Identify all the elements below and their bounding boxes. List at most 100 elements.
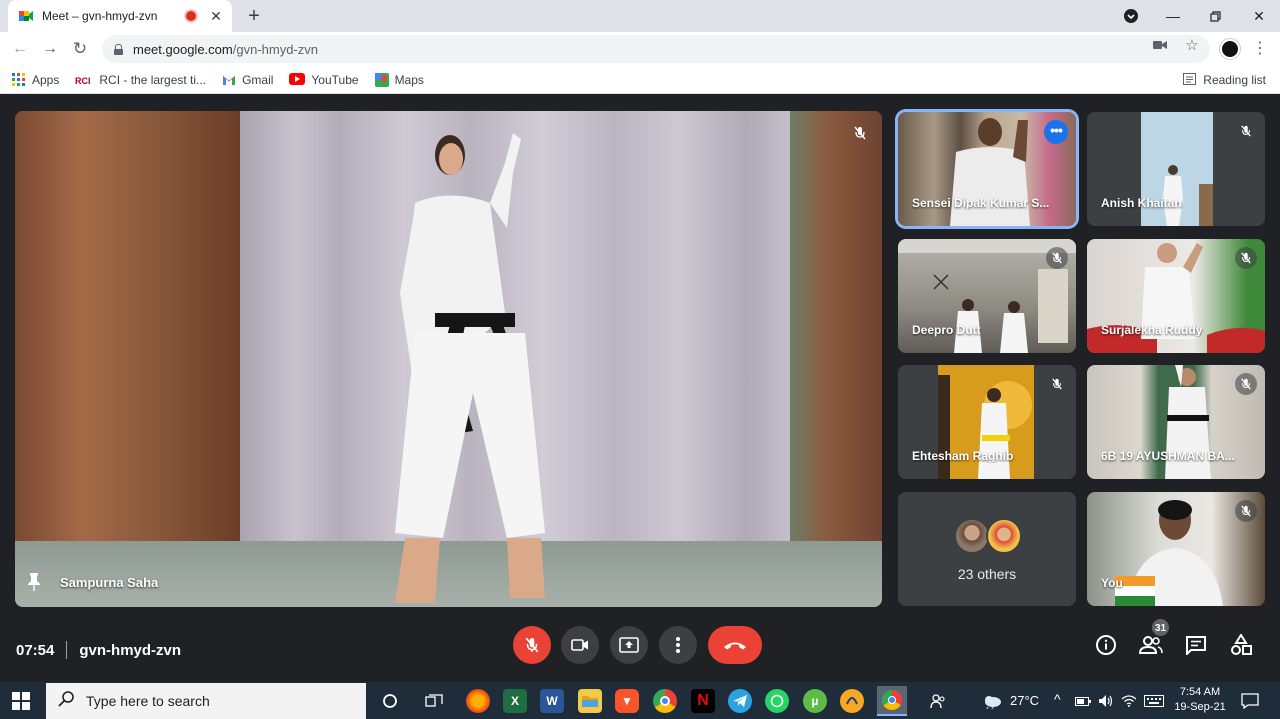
browser-toolbar: ← → ↻ meet.google.com/gvn-hmyd-zvn ☆ ⋮: [0, 32, 1280, 66]
main-video-tile[interactable]: Sampurna Saha: [15, 111, 882, 607]
bookmark-rci[interactable]: RCI RCI - the largest ti...: [75, 73, 206, 87]
restore-button[interactable]: [1202, 0, 1228, 32]
excel-icon[interactable]: X: [503, 689, 527, 713]
close-tab-icon[interactable]: ✕: [208, 8, 224, 25]
main-speaker-name: Sampurna Saha: [60, 575, 159, 590]
cortana-icon[interactable]: [378, 689, 402, 713]
wifi-icon[interactable]: [1120, 689, 1138, 713]
participant-tile-you[interactable]: You: [1087, 492, 1265, 606]
microphone-toggle-button[interactable]: [513, 626, 551, 664]
profile-avatar[interactable]: [1220, 39, 1240, 59]
keyboard-icon[interactable]: [1143, 689, 1165, 713]
activities-button[interactable]: [1228, 632, 1254, 658]
browser-tab-strip: Meet – gvn-hmyd-zvn ✕ + — ✕: [0, 0, 1280, 32]
chat-icon: [1186, 636, 1206, 655]
rci-logo-icon: RCI: [75, 73, 93, 87]
mic-off-icon: [848, 121, 872, 145]
participant-tile-ehtesham[interactable]: Ehtesham Raghib: [898, 365, 1076, 479]
bookmark-star-icon[interactable]: ☆: [1184, 38, 1200, 54]
vpn-icon[interactable]: [840, 689, 864, 713]
chrome-menu-icon[interactable]: ⋮: [1252, 37, 1268, 61]
google-meet-icon: [18, 8, 34, 24]
present-screen-icon: [619, 637, 639, 653]
meeting-details-button[interactable]: [1093, 632, 1119, 658]
participant-name: You: [1101, 576, 1123, 590]
participant-tile-anish[interactable]: Anish Khaitan: [1087, 112, 1265, 226]
participant-tile-deepro[interactable]: Deepro Dutt: [898, 239, 1076, 353]
chrome-icon[interactable]: [653, 689, 677, 713]
speaker-volume-icon[interactable]: [1097, 689, 1115, 713]
people-tray-icon[interactable]: [926, 689, 950, 713]
participant-tile-sensei[interactable]: ••• Sensei Dipak Kumar S...: [898, 112, 1076, 226]
participant-tile-ayushman[interactable]: 6B 19 AYUSHMAN BA...: [1087, 365, 1265, 479]
weather-icon[interactable]: [980, 689, 1004, 713]
clock-time: 7:54 AM: [1179, 686, 1221, 698]
browser-tab-meet[interactable]: Meet – gvn-hmyd-zvn ✕: [8, 0, 232, 32]
netflix-icon[interactable]: N: [691, 689, 715, 713]
leave-call-button[interactable]: [708, 626, 762, 664]
more-options-button[interactable]: •••: [1044, 120, 1068, 144]
pin-icon[interactable]: [27, 573, 43, 591]
participant-video-figure: [395, 133, 545, 603]
participant-name: Surjalekha Ruddy: [1101, 323, 1203, 337]
file-explorer-icon[interactable]: [578, 689, 602, 713]
google-maps-icon: [374, 72, 389, 87]
notifications-icon[interactable]: [1238, 689, 1262, 713]
mic-off-icon: [1046, 373, 1068, 395]
close-window-button[interactable]: ✕: [1246, 0, 1272, 32]
forward-button[interactable]: →: [38, 37, 62, 61]
chrome-active-icon[interactable]: [877, 686, 907, 716]
brave-icon[interactable]: ▼: [615, 689, 639, 713]
url-text: meet.google.com/gvn-hmyd-zvn: [133, 42, 318, 57]
word-icon[interactable]: W: [540, 689, 564, 713]
bookmark-maps[interactable]: Maps: [374, 72, 424, 87]
taskbar-search-input[interactable]: Type here to search: [46, 683, 366, 719]
bookmark-label: RCI - the largest ti...: [99, 72, 207, 87]
meeting-code: gvn-hmyd-zvn: [79, 641, 182, 659]
chat-button[interactable]: [1183, 632, 1209, 658]
battery-icon[interactable]: [1074, 689, 1092, 713]
bookmark-apps[interactable]: Apps: [12, 72, 59, 87]
bookmark-label: Maps: [394, 72, 424, 87]
camera-toggle-button[interactable]: [561, 626, 599, 664]
camera-in-use-icon[interactable]: [1152, 38, 1168, 54]
mic-off-icon: [1235, 120, 1257, 142]
bookmark-youtube[interactable]: YouTube: [289, 72, 359, 87]
firefox-icon[interactable]: [466, 689, 490, 713]
new-tab-button[interactable]: +: [242, 4, 266, 28]
taskbar-clock[interactable]: 7:54 AM 19-Sep-21: [1172, 685, 1228, 715]
others-avatar-group: [954, 518, 1024, 556]
meet-stage: Sampurna Saha ••• Sensei Dipak Kumar S..…: [0, 95, 1280, 682]
reload-button[interactable]: ↻: [68, 37, 92, 61]
minimize-button[interactable]: —: [1160, 0, 1186, 32]
reading-list-icon: [1183, 72, 1197, 88]
bookmark-label: Gmail: [242, 72, 274, 87]
others-count-label: 23 others: [957, 566, 1017, 582]
show-hidden-icons-chevron-up-icon[interactable]: ^: [1054, 691, 1061, 707]
apps-grid-icon: [12, 72, 26, 87]
mic-off-icon: [1235, 247, 1257, 269]
tab-search-button[interactable]: [1118, 0, 1144, 32]
reading-list-button[interactable]: Reading list: [1183, 66, 1266, 94]
task-view-icon[interactable]: [422, 689, 446, 713]
telegram-icon[interactable]: [728, 689, 752, 713]
bookmark-label: YouTube: [311, 72, 359, 87]
participant-name: Ehtesham Raghib: [912, 449, 1014, 463]
participant-count-badge: 31: [1151, 618, 1170, 637]
present-screen-button[interactable]: [610, 626, 648, 664]
bookmark-gmail[interactable]: Gmail: [222, 73, 273, 87]
utorrent-icon[interactable]: µ: [803, 689, 827, 713]
participant-name: Deepro Dutt: [912, 323, 981, 337]
bookmarks-bar: Apps RCI RCI - the largest ti... Gmail Y…: [0, 66, 1280, 94]
more-vert-icon: [676, 637, 680, 653]
others-tile[interactable]: 23 others: [898, 492, 1076, 606]
address-bar[interactable]: meet.google.com/gvn-hmyd-zvn: [102, 35, 1210, 63]
whatsapp-icon[interactable]: [765, 689, 789, 713]
windows-start-icon[interactable]: [12, 692, 30, 710]
more-options-button[interactable]: [659, 626, 697, 664]
back-button[interactable]: ←: [8, 37, 32, 61]
participant-tile-surjalekha[interactable]: Surjalekha Ruddy: [1087, 239, 1265, 353]
youtube-icon: [289, 72, 306, 87]
participant-name: Sensei Dipak Kumar S...: [912, 196, 1050, 210]
url-path: /gvn-hmyd-zvn: [232, 41, 318, 57]
